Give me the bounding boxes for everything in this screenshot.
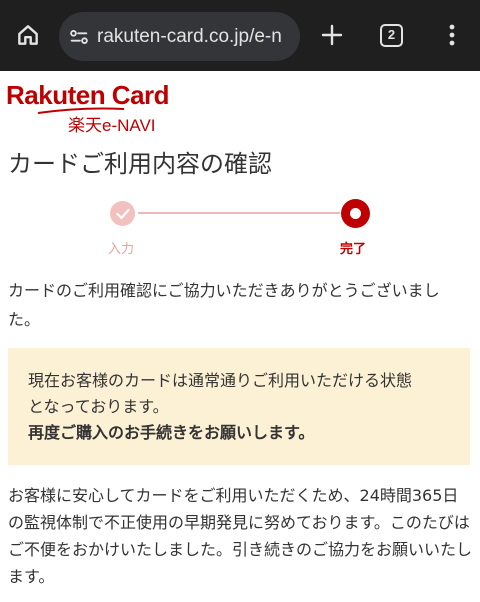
security-message: お客様に安心してカードをご利用いただくため、24時間365日の監視体制で不正使用…	[8, 486, 473, 586]
check-icon	[115, 208, 130, 219]
step-input-done-icon	[110, 201, 135, 226]
tab-switcher-button[interactable]: 2	[380, 24, 403, 47]
home-icon	[18, 25, 38, 45]
stepper-line	[138, 212, 340, 214]
notice-box: 現在お客様のカードは通常通りご利用いただける状態 となっております。 再度ご購入…	[8, 348, 470, 465]
more-menu-button[interactable]	[438, 19, 466, 51]
notice-line-2: となっております。	[28, 397, 169, 416]
step-complete-current-icon	[341, 199, 370, 228]
new-tab-button[interactable]	[316, 19, 348, 51]
rakuten-card-logo[interactable]: Rakuten Card 楽天e-NAVI	[6, 80, 176, 135]
notice-line-3: 再度ご購入のお手続きをお願いします。	[28, 423, 315, 442]
thanks-message: カードのご利用確認にご協力いただきありがとうございました。	[8, 281, 440, 329]
step-complete-label: 完了	[340, 242, 367, 257]
browser-toolbar: rakuten-card.co.jp/e-n 2	[0, 0, 480, 71]
plus-icon	[321, 24, 343, 46]
url-text[interactable]: rakuten-card.co.jp/e-n	[97, 12, 297, 61]
address-bar[interactable]: rakuten-card.co.jp/e-n	[59, 12, 300, 61]
step-input-label: 入力	[108, 242, 135, 257]
logo-subtitle: 楽天e-NAVI	[68, 116, 156, 135]
site-info-icon[interactable]	[67, 25, 91, 49]
notice-line-1: 現在お客様のカードは通常通りご利用いただける状態	[28, 371, 413, 390]
page-title: カードご利用内容の確認	[8, 150, 272, 178]
more-vert-icon	[449, 24, 455, 46]
home-button[interactable]	[12, 19, 44, 51]
